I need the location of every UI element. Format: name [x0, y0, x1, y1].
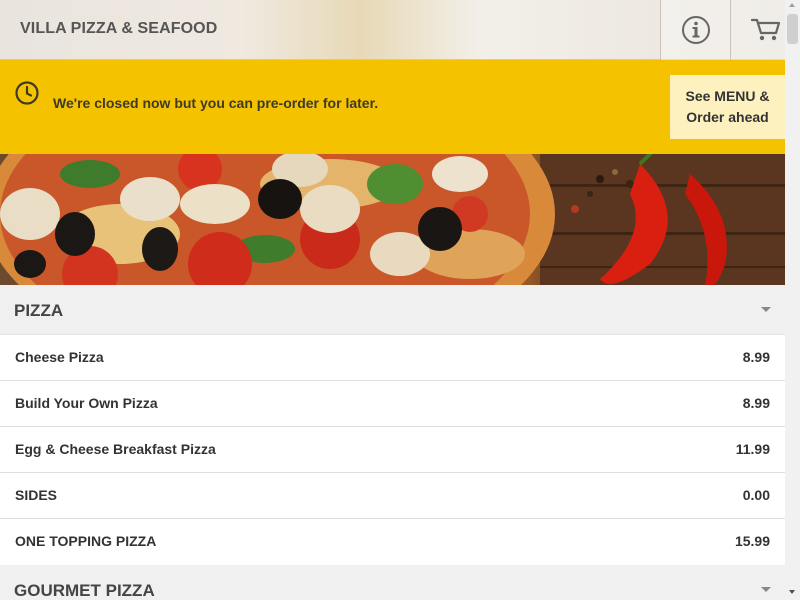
info-button[interactable] [660, 0, 730, 60]
item-name: SIDES [15, 487, 58, 503]
menu-item[interactable]: Egg & Cheese Breakfast Pizza 11.99 [0, 427, 785, 473]
item-price: 15.99 [734, 533, 770, 549]
chevron-down-icon [761, 587, 771, 592]
scroll-up-icon[interactable] [789, 3, 795, 7]
section-header-pizza[interactable]: PIZZA [0, 285, 785, 335]
item-name: Build Your Own Pizza [15, 395, 158, 411]
menu-item[interactable]: SIDES 0.00 [0, 473, 785, 519]
section-title: PIZZA [14, 301, 64, 320]
menu-item[interactable]: ONE TOPPING PIZZA 15.99 [0, 519, 785, 565]
scrollbar-thumb[interactable] [787, 14, 798, 44]
preorder-button[interactable]: See MENU & Order ahead [670, 75, 785, 139]
section-header-gourmet-pizza[interactable]: GOURMET PIZZA [0, 565, 785, 600]
scrollbar[interactable] [785, 0, 800, 600]
item-price: 8.99 [742, 349, 770, 365]
item-price: 0.00 [742, 487, 770, 503]
item-price: 8.99 [742, 395, 770, 411]
app-header: VILLA PIZZA & SEAFOOD [0, 0, 800, 60]
item-name: Cheese Pizza [15, 349, 104, 365]
item-name: ONE TOPPING PIZZA [15, 533, 157, 549]
closed-notice-text: We're closed now but you can pre-order f… [53, 95, 379, 111]
pizza-banner-art [0, 154, 785, 285]
info-icon [681, 16, 710, 44]
item-name: Egg & Cheese Breakfast Pizza [15, 441, 216, 457]
clock-icon [15, 81, 39, 105]
menu-list: PIZZA Cheese Pizza 8.99 Build Your Own P… [0, 285, 785, 600]
closed-notice-bar: We're closed now but you can pre-order f… [0, 60, 800, 154]
chevron-down-icon [761, 307, 771, 312]
cart-icon [750, 18, 780, 41]
section-title: GOURMET PIZZA [14, 581, 155, 600]
menu-item[interactable]: Cheese Pizza 8.99 [0, 335, 785, 381]
pizza-banner [0, 154, 785, 285]
menu-item[interactable]: Build Your Own Pizza 8.99 [0, 381, 785, 427]
item-price: 11.99 [735, 441, 770, 457]
brand-title[interactable]: VILLA PIZZA & SEAFOOD [20, 20, 217, 38]
scroll-down-icon[interactable] [789, 590, 795, 594]
